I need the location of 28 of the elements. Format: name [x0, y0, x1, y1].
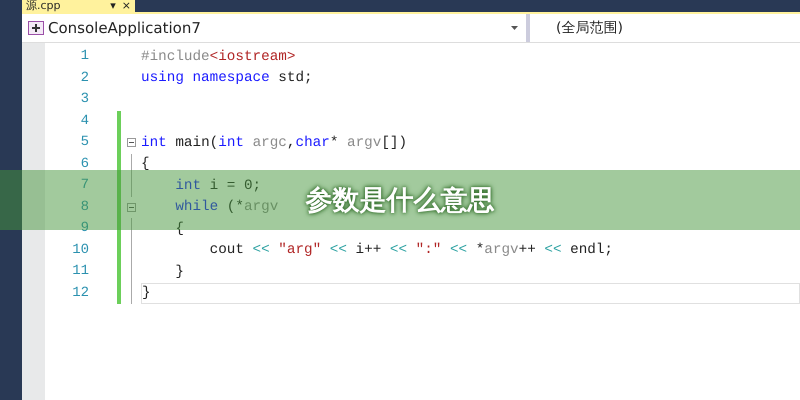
collapse-icon[interactable] — [126, 138, 136, 148]
close-icon[interactable]: × — [122, 0, 131, 12]
file-tab[interactable]: 源.cpp ▾ × — [22, 0, 135, 12]
line-number: 5 — [80, 133, 89, 152]
code-line: int main(int argc,char* argv[]) — [141, 134, 408, 151]
code-line: while (*argv — [174, 199, 278, 216]
pin-icon[interactable]: ▾ — [110, 0, 116, 12]
banner-title: 参数是什么意思 — [306, 184, 494, 218]
caret-icon — [511, 26, 518, 30]
line-number: 12 — [71, 284, 89, 302]
code-line: { — [141, 156, 150, 172]
line-number: 1 — [80, 47, 89, 66]
line-number: 3 — [80, 90, 89, 109]
line-number: 7 — [80, 176, 89, 195]
line-number: 2 — [80, 68, 89, 88]
code-line: int i = 0; — [174, 178, 262, 194]
code-line: cout << "arg" << i++ << ":" << *argv++ << endl; — [208, 242, 614, 258]
line-number: 6 — [80, 154, 89, 174]
project-icon — [28, 21, 44, 35]
code-line: #include<iostream> — [141, 48, 296, 65]
scope-dropdown[interactable]: (全局范围) — [530, 14, 800, 42]
line-number: 4 — [80, 112, 89, 130]
line-number: 10 — [71, 240, 89, 260]
line-number: 8 — [80, 198, 89, 216]
code-line: } — [174, 264, 184, 280]
code-line: using namespace std; — [141, 70, 313, 86]
code-line: } — [142, 285, 151, 302]
line-number: 11 — [71, 262, 89, 281]
